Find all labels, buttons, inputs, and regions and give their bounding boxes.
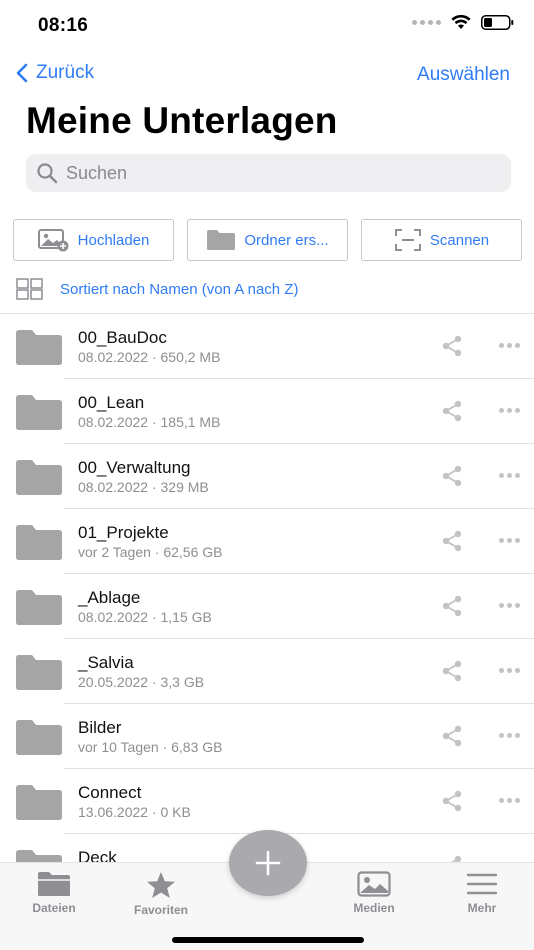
select-button[interactable]: Auswählen	[417, 64, 510, 86]
file-row[interactable]: _Salvia 20.05.2022 · 3,3 GB	[0, 639, 534, 704]
upload-image-icon	[37, 229, 69, 252]
upload-button[interactable]: Hochladen	[13, 219, 174, 261]
more-options-icon[interactable]	[499, 343, 520, 348]
action-buttons: Hochladen Ordner ers... Scannen	[13, 219, 524, 261]
file-name: 00_Lean	[78, 393, 145, 412]
grid-view-icon[interactable]	[16, 278, 43, 300]
navigation-bar: Zurück Auswählen	[0, 58, 534, 94]
create-folder-button[interactable]: Ordner ers...	[187, 219, 348, 261]
file-row[interactable]: _Ablage 08.02.2022 · 1,15 GB	[0, 574, 534, 639]
file-meta: 13.06.2022 · 0 KB	[78, 804, 191, 820]
share-icon[interactable]	[441, 660, 463, 682]
tab-medien[interactable]: Medien	[329, 871, 419, 915]
file-name: _Salvia	[78, 653, 134, 672]
file-meta: 08.02.2022 · 1,15 GB	[78, 609, 212, 625]
tab-mehr-label: Mehr	[467, 901, 497, 915]
folder-icon	[16, 330, 62, 365]
scan-icon	[394, 229, 421, 251]
folder-icon	[16, 785, 62, 820]
folder-icon	[16, 525, 62, 560]
file-meta: 08.02.2022 · 185,1 MB	[78, 414, 221, 430]
search-bar[interactable]	[26, 154, 511, 192]
file-meta: vor 10 Tagen · 6,83 GB	[78, 739, 223, 755]
file-row[interactable]: 00_Verwaltung 08.02.2022 · 329 MB	[0, 444, 534, 509]
file-name: Bilder	[78, 718, 122, 737]
file-name: 00_BauDoc	[78, 328, 167, 347]
more-options-icon[interactable]	[499, 668, 520, 673]
status-time: 08:16	[38, 15, 89, 36]
folder-icon	[38, 872, 70, 896]
share-icon[interactable]	[441, 595, 463, 617]
scan-button[interactable]: Scannen	[361, 219, 522, 261]
search-icon	[37, 163, 58, 184]
share-icon[interactable]	[441, 790, 463, 812]
battery-icon	[481, 15, 514, 30]
folder-icon	[16, 590, 62, 625]
folder-icon	[207, 230, 236, 250]
back-button-label: Zurück	[36, 62, 95, 83]
file-name: Connect	[78, 783, 142, 802]
scan-button-label: Scannen	[429, 231, 490, 249]
more-options-icon[interactable]	[499, 733, 520, 738]
sort-row: Sortiert nach Namen (von A nach Z)	[16, 276, 298, 302]
share-icon[interactable]	[441, 465, 463, 487]
page-title: Meine Unterlagen	[26, 100, 338, 141]
more-options-icon[interactable]	[499, 538, 520, 543]
sort-button[interactable]: Sortiert nach Namen (von A nach Z)	[60, 281, 298, 298]
folder-icon	[16, 460, 62, 495]
folder-icon	[16, 720, 62, 755]
cellular-signal-icon	[412, 20, 441, 25]
share-icon[interactable]	[441, 725, 463, 747]
tab-dateien-label: Dateien	[32, 901, 76, 915]
home-indicator	[172, 937, 364, 943]
folder-icon	[16, 655, 62, 690]
file-meta: 08.02.2022 · 650,2 MB	[78, 349, 221, 365]
more-options-icon[interactable]	[499, 798, 520, 803]
file-row[interactable]: 01_Projekte vor 2 Tagen · 62,56 GB	[0, 509, 534, 574]
file-row[interactable]: 00_Lean 08.02.2022 · 185,1 MB	[0, 379, 534, 444]
folder-icon	[16, 395, 62, 430]
file-row[interactable]: Connect 13.06.2022 · 0 KB	[0, 769, 534, 834]
image-icon	[357, 871, 391, 897]
plus-icon	[255, 850, 281, 876]
file-name: 00_Verwaltung	[78, 458, 191, 477]
search-input[interactable]	[66, 162, 486, 184]
share-icon[interactable]	[441, 530, 463, 552]
tab-dateien[interactable]: Dateien	[9, 871, 99, 915]
tab-favoriten-label: Favoriten	[133, 903, 188, 917]
file-meta: 08.02.2022 · 329 MB	[78, 479, 209, 495]
status-icons	[412, 15, 514, 30]
more-options-icon[interactable]	[499, 408, 520, 413]
file-meta: vor 2 Tagen · 62,56 GB	[78, 544, 223, 560]
status-bar: 08:16	[0, 0, 534, 50]
tab-mehr[interactable]: Mehr	[437, 871, 527, 915]
share-icon[interactable]	[441, 400, 463, 422]
create-folder-button-label: Ordner ers...	[244, 231, 329, 249]
file-list: 00_BauDoc 08.02.2022 · 650,2 MB 00_Lean …	[0, 313, 534, 863]
tab-medien-label: Medien	[353, 901, 395, 915]
file-row[interactable]: Bilder vor 10 Tagen · 6,83 GB	[0, 704, 534, 769]
chevron-left-icon	[16, 63, 28, 83]
more-options-icon[interactable]	[499, 473, 520, 478]
file-row[interactable]: 00_BauDoc 08.02.2022 · 650,2 MB	[0, 314, 534, 379]
file-name: Deck	[78, 848, 117, 863]
more-options-icon[interactable]	[499, 603, 520, 608]
star-icon	[147, 872, 175, 898]
share-icon[interactable]	[441, 335, 463, 357]
file-name: 01_Projekte	[78, 523, 169, 542]
menu-icon	[466, 873, 498, 895]
file-name: _Ablage	[78, 588, 141, 607]
add-button[interactable]	[229, 830, 307, 896]
file-meta: 20.05.2022 · 3,3 GB	[78, 674, 205, 690]
upload-button-label: Hochladen	[77, 231, 150, 249]
tab-favoriten[interactable]: Favoriten	[116, 871, 206, 917]
back-button[interactable]: Zurück	[16, 62, 94, 84]
wifi-icon	[451, 15, 471, 29]
